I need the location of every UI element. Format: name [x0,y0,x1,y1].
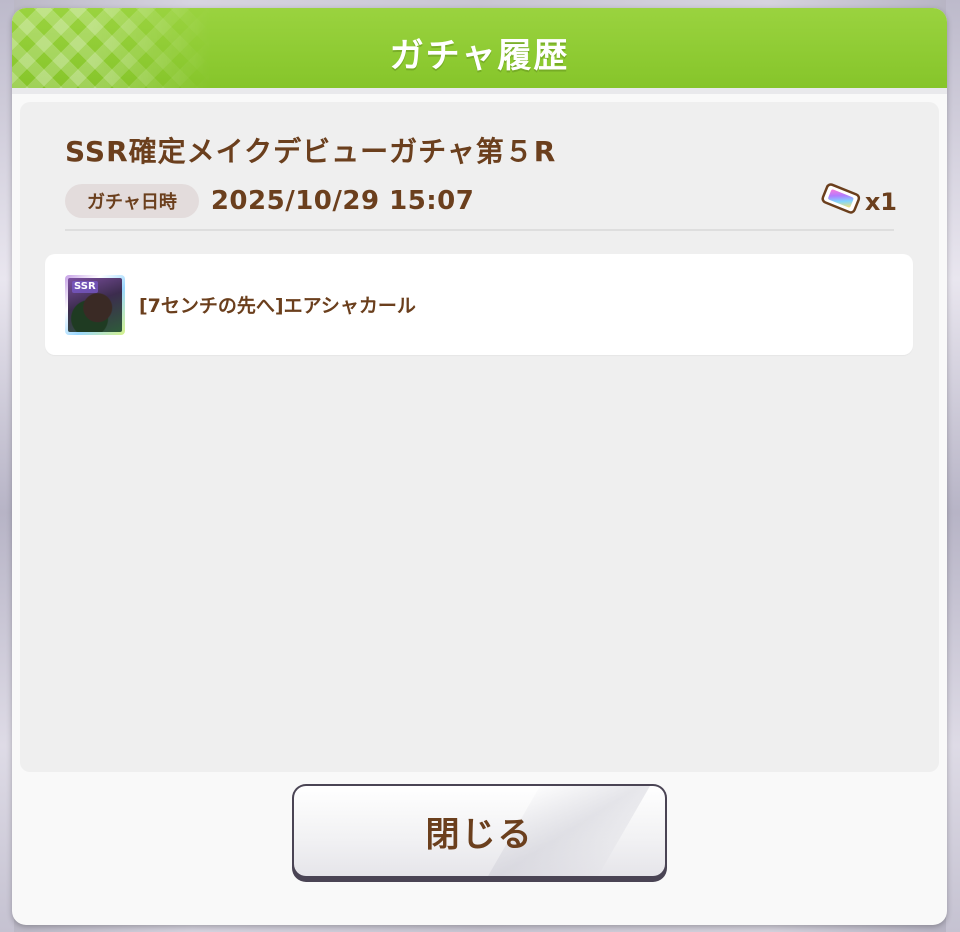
header-info-divider [65,229,894,231]
history-content-panel[interactable]: SSR確定メイクデビューガチャ第５R ガチャ日時 2025/10/29 15:0… [20,102,939,772]
date-value: 2025/10/29 15:07 [210,186,475,216]
date-label: ガチャ日時 [65,184,199,218]
header-divider [12,88,947,94]
ticket-count: x1 [819,180,897,216]
result-item[interactable]: SSR [7センチの先へ]エアシャカール [45,254,913,355]
background-right-edge [946,0,960,932]
gacha-history-dialog: ガチャ履歴 SSR確定メイクデビューガチャ第５R ガチャ日時 2025/10/2… [12,8,947,925]
dialog-header: ガチャ履歴 [12,8,947,88]
close-button[interactable]: 閉じる [292,784,667,882]
gacha-name: SSR確定メイクデビューガチャ第５R [65,135,557,168]
card-rarity-badge: SSR [72,280,98,293]
close-button-face[interactable]: 閉じる [294,786,665,876]
card-name: [7センチの先へ]エアシャカール [139,295,416,317]
date-row: ガチャ日時 2025/10/29 15:07 [65,184,474,218]
support-card-thumbnail[interactable]: SSR [65,274,125,335]
close-button-label: 閉じる [425,814,534,855]
dialog-title: ガチャ履歴 [389,36,570,76]
result-list: SSR [7センチの先へ]エアシャカール [45,254,913,355]
card-art-image: SSR [68,277,122,332]
ticket-quantity: x1 [864,188,897,216]
rainbow-ticket-icon [821,183,860,214]
